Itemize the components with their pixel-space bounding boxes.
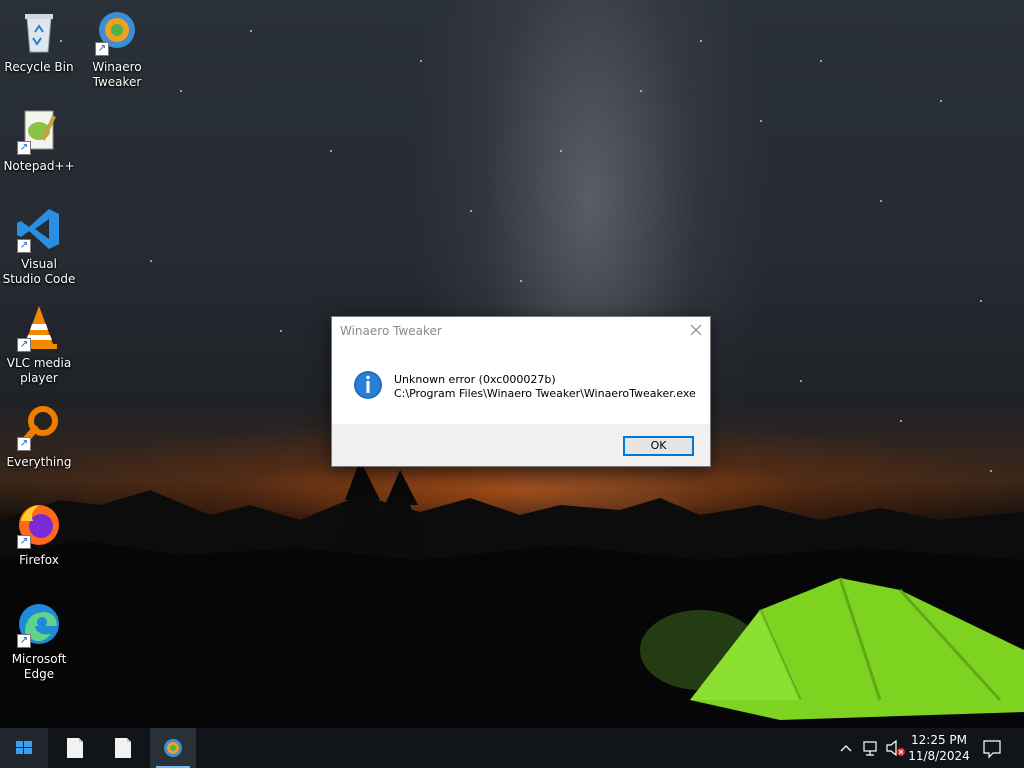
close-button[interactable] [680, 317, 710, 345]
vlc-icon: ↗ [15, 304, 63, 352]
info-icon [354, 371, 382, 399]
action-center-icon [983, 740, 1001, 759]
desktop-icon-vlc[interactable]: ↗ VLC media player [1, 304, 77, 386]
shortcut-arrow-icon: ↗ [17, 535, 31, 549]
ok-button[interactable]: OK [623, 436, 694, 456]
recycle-bin-icon [15, 8, 63, 56]
notepad-plus-plus-icon: ↗ [15, 107, 63, 155]
shortcut-arrow-icon: ↗ [17, 141, 31, 155]
taskbar: 12:25 PM 11/8/2024 [0, 728, 1024, 768]
show-hidden-icons-button[interactable] [836, 728, 856, 768]
taskbar-app-winaero-tweaker[interactable] [150, 728, 196, 768]
desktop-icon-label: Visual Studio Code [2, 257, 76, 286]
everything-search-icon: ↗ [15, 403, 63, 451]
clock[interactable]: 12:25 PM 11/8/2024 [900, 732, 978, 764]
error-message: Unknown error (0xc000027b) [394, 373, 556, 386]
dialog-title: Winaero Tweaker [340, 324, 442, 338]
winaero-tweaker-icon: ↗ [93, 8, 141, 56]
desktop-icon-label: Winaero Tweaker [92, 60, 142, 89]
document-icon [115, 738, 131, 758]
close-icon [690, 324, 702, 336]
error-path: C:\Program Files\Winaero Tweaker\Winaero… [394, 387, 696, 400]
action-center-button[interactable] [980, 728, 1004, 768]
chevron-up-icon [840, 745, 852, 752]
desktop-icon-everything[interactable]: ↗ Everything [1, 403, 77, 470]
desktop-icon-recycle-bin[interactable]: Recycle Bin [1, 8, 77, 75]
vscode-icon: ↗ [15, 205, 63, 253]
winaero-tweaker-icon [164, 739, 182, 757]
document-icon [67, 738, 83, 758]
edge-icon: ↗ [15, 600, 63, 648]
desktop-icon-winaero-tweaker[interactable]: ↗ Winaero Tweaker [79, 8, 155, 90]
desktop-icon-microsoft-edge[interactable]: ↗ Microsoft Edge [1, 600, 77, 682]
desktop-icon-label: VLC media player [6, 356, 72, 385]
desktop-icon-label: Everything [6, 455, 72, 469]
desktop[interactable]: Recycle Bin ↗ Winaero Tweaker ↗ Notepad+… [0, 0, 1024, 728]
clock-time: 12:25 PM [911, 733, 967, 747]
error-dialog[interactable]: Winaero Tweaker Unknown error (0xc000027… [331, 316, 711, 467]
desktop-icon-label: Firefox [19, 553, 59, 567]
taskbar-app-document[interactable] [100, 728, 146, 768]
shortcut-arrow-icon: ↗ [17, 338, 31, 352]
clock-date: 11/8/2024 [908, 749, 970, 763]
shortcut-arrow-icon: ↗ [17, 239, 31, 253]
dialog-footer: OK [332, 424, 710, 466]
shortcut-arrow-icon: ↗ [95, 42, 109, 56]
desktop-icon-firefox[interactable]: ↗ Firefox [1, 501, 77, 568]
shortcut-arrow-icon: ↗ [17, 437, 31, 451]
desktop-icon-notepad-plus-plus[interactable]: ↗ Notepad++ [1, 107, 77, 174]
desktop-icon-label: Recycle Bin [4, 60, 74, 74]
desktop-icon-label: Notepad++ [3, 159, 75, 173]
firefox-icon: ↗ [15, 501, 63, 549]
shortcut-arrow-icon: ↗ [17, 634, 31, 648]
desktop-icon-vscode[interactable]: ↗ Visual Studio Code [1, 205, 77, 287]
windows-logo-icon [16, 741, 32, 754]
start-button[interactable] [0, 728, 48, 768]
network-icon [863, 741, 877, 756]
taskbar-app-document[interactable] [52, 728, 98, 768]
desktop-icon-label: Microsoft Edge [11, 652, 67, 681]
network-button[interactable] [860, 728, 882, 768]
